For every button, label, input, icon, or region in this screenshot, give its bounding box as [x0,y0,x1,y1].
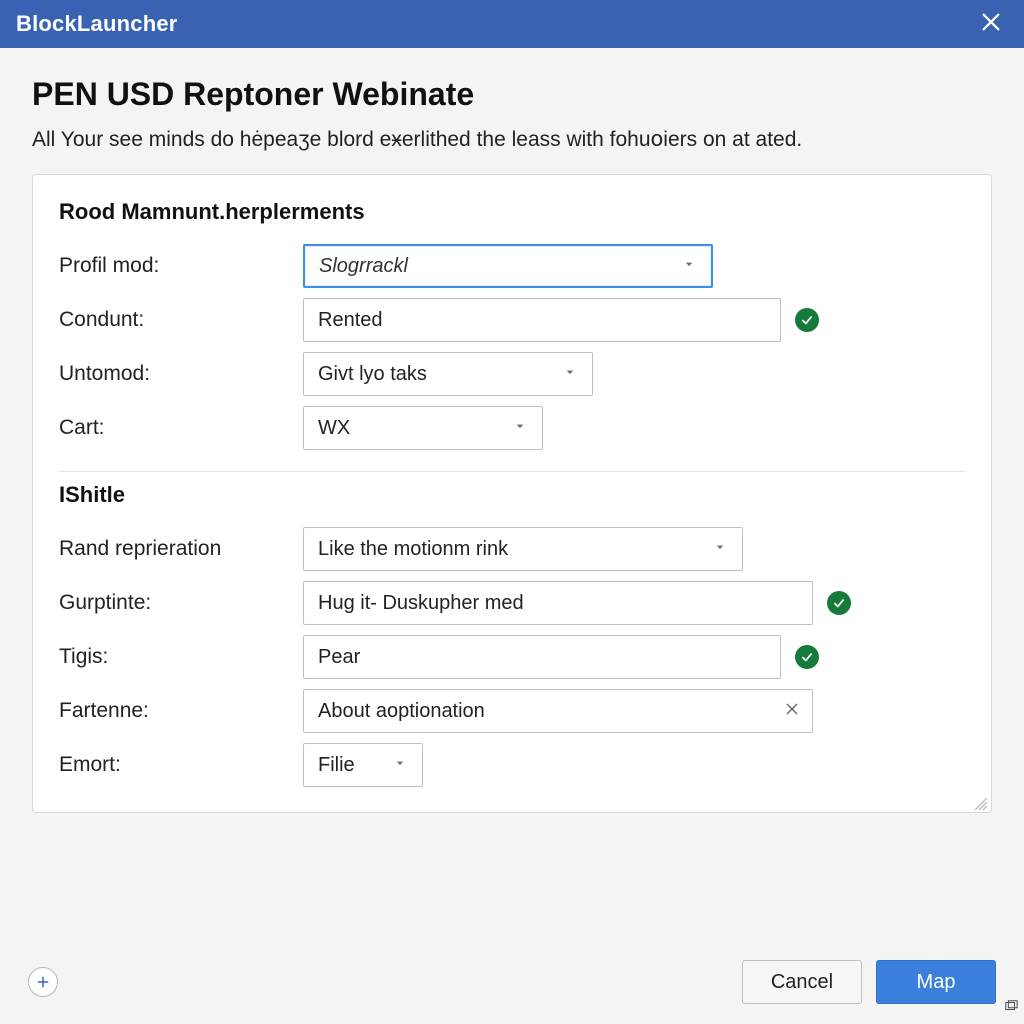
input-fartenne-value: About aoptionation [318,700,485,723]
window: BlockLauncher PEN USD Reptoner Webinate … [0,0,1024,1024]
check-icon [827,591,851,615]
label-fartenne: Fartenne: [59,699,289,723]
label-profil-mod: Profil mod: [59,254,289,278]
input-tigis-value: Pear [318,646,360,669]
page-title: PEN USD Reptoner Webinate [32,76,992,113]
chevron-down-icon [712,538,728,561]
row-condunt: Condunt: Rented [59,293,965,347]
row-gurptinte: Gurptinte: Hug it- Duskupher med [59,576,965,630]
input-condunt-value: Rented [318,309,383,332]
footer: Cancel Map [0,950,1024,1024]
select-untomod[interactable]: Givt lyo taks [303,352,593,396]
footer-actions: Cancel Map [742,960,996,1004]
app-title: BlockLauncher [16,11,178,37]
chevron-down-icon [392,754,408,777]
add-button[interactable] [28,967,58,997]
chevron-down-icon [512,417,528,440]
page-subtitle: All Your see minds do hėpeaӡe blord eӿer… [32,127,992,152]
label-gurptinte: Gurptinte: [59,591,289,615]
map-button[interactable]: Map [876,960,996,1004]
row-untomod: Untomod: Givt lyo taks [59,347,965,401]
input-gurptinte-value: Hug it- Duskupher med [318,592,524,615]
label-tigis: Tigis: [59,645,289,669]
input-fartenne[interactable]: About aoptionation [303,689,813,733]
window-resize-icon[interactable] [1004,999,1018,1018]
row-profil-mod: Profil mod: Slogrrackl [59,239,965,293]
select-emort[interactable]: Filie [303,743,423,787]
select-profil-mod-value: Slogrrackl [319,255,408,278]
select-untomod-value: Givt lyo taks [318,363,427,386]
row-rand: Rand reprieration Like the motionm rink [59,522,965,576]
content: PEN USD Reptoner Webinate All Your see m… [0,48,1024,950]
label-rand: Rand reprieration [59,537,289,561]
close-icon[interactable] [974,7,1008,41]
check-icon [795,645,819,669]
select-rand-value: Like the motionm rink [318,538,508,561]
resize-handle-icon[interactable] [973,796,987,810]
label-condunt: Condunt: [59,308,289,332]
cancel-button[interactable]: Cancel [742,960,862,1004]
chevron-down-icon [562,363,578,386]
row-emort: Emort: Filie [59,738,965,792]
select-profil-mod[interactable]: Slogrrackl [303,244,713,288]
label-emort: Emort: [59,753,289,777]
section2-title: IShitle [59,482,965,508]
titlebar: BlockLauncher [0,0,1024,48]
section-divider [59,471,965,472]
input-tigis[interactable]: Pear [303,635,781,679]
clear-icon[interactable] [784,700,800,723]
row-tigis: Tigis: Pear [59,630,965,684]
row-cart: Cart: WX [59,401,965,455]
label-cart: Cart: [59,416,289,440]
settings-panel: Rood Mamnunt.herplerments Profil mod: Sl… [32,174,992,813]
label-untomod: Untomod: [59,362,289,386]
input-condunt[interactable]: Rented [303,298,781,342]
select-rand[interactable]: Like the motionm rink [303,527,743,571]
select-emort-value: Filie [318,754,355,777]
chevron-down-icon [681,255,697,278]
section1-title: Rood Mamnunt.herplerments [59,199,965,225]
row-fartenne: Fartenne: About aoptionation [59,684,965,738]
select-cart[interactable]: WX [303,406,543,450]
input-gurptinte[interactable]: Hug it- Duskupher med [303,581,813,625]
check-icon [795,308,819,332]
select-cart-value: WX [318,417,350,440]
